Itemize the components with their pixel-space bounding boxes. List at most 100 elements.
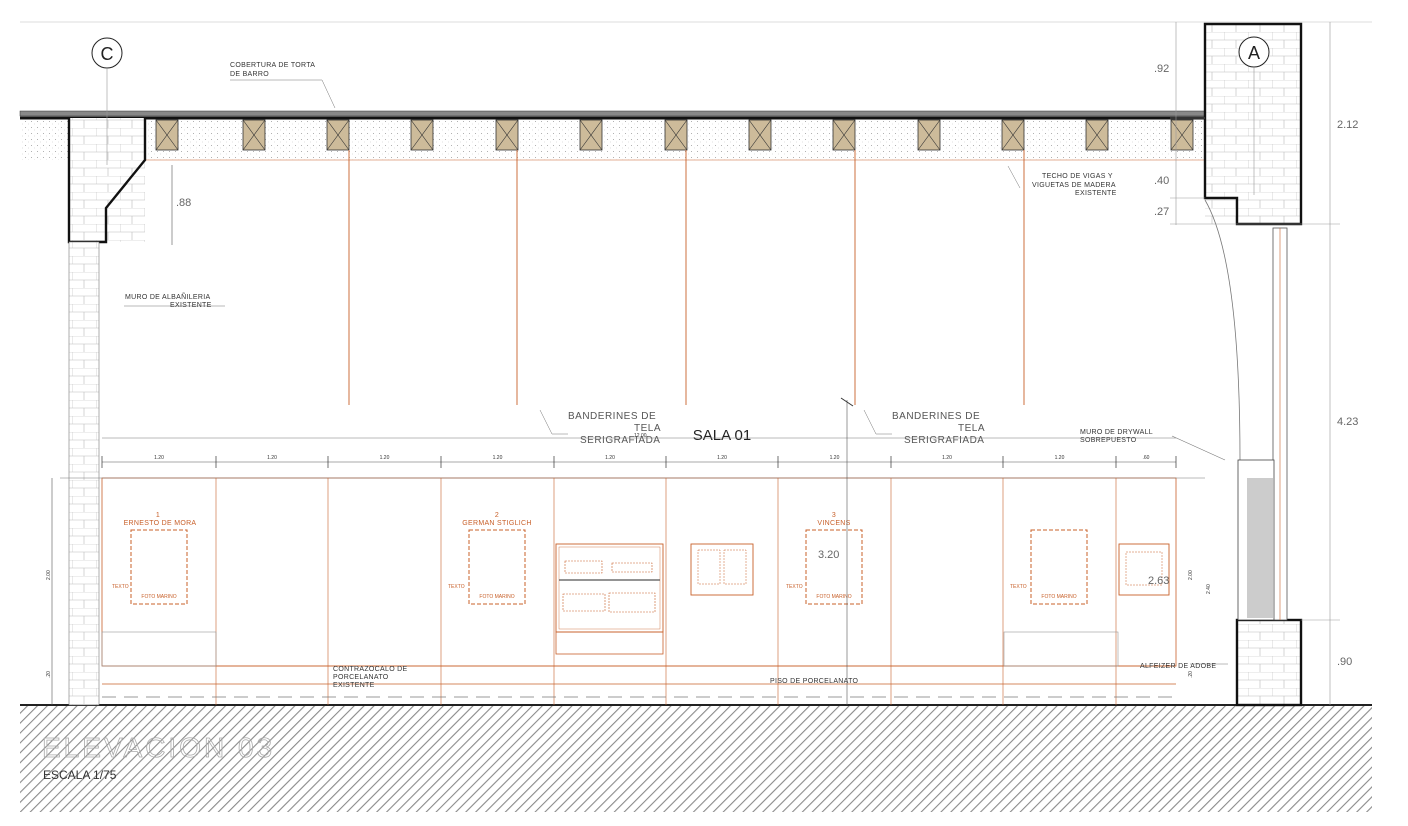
module-dim-label: 1.20	[605, 455, 615, 461]
ceiling-beam	[748, 119, 772, 151]
display-case-item-4	[608, 592, 656, 613]
dim-040: .40	[1154, 175, 1169, 187]
exhibit-4-photo-label: FOTO MARINO	[1041, 594, 1076, 600]
left-wall-lower	[68, 241, 100, 706]
note-ceiling-2: VIGUETAS DE MADERA	[1032, 182, 1116, 189]
elevation-drawing: C A .92 2.12 .40 .27 4.23 .90 .88 COBERT…	[19, 21, 1372, 812]
exhibit-3: 3 VINCENS FOTO MARINO TEXTO 3.20	[786, 512, 863, 605]
room-label: SALA 01	[693, 427, 751, 444]
exhibit-2-name: GERMAN STIGLICH	[462, 520, 531, 527]
ceiling-beam	[410, 119, 434, 151]
exhibit-3-photo-frame	[805, 529, 863, 605]
note-skirting-3: EXISTENTE	[333, 682, 375, 689]
exhibit-4-text-label: TEXTO	[1010, 584, 1027, 590]
ceiling-beam	[242, 119, 266, 151]
note-banners-b-3: SERIGRAFIADA	[904, 435, 984, 446]
dim-320: 3.20	[818, 549, 839, 561]
display-case	[555, 543, 664, 655]
ceiling-fill	[20, 120, 1205, 160]
dim-090: .90	[1337, 656, 1352, 668]
axis-c-label: C	[101, 44, 114, 64]
note-skirting-2: PORCELANATO	[333, 674, 389, 681]
note-roof-2: DE BARRO	[230, 71, 269, 78]
module-dim-label: 1.20	[493, 455, 503, 461]
ceiling-beam	[664, 119, 688, 151]
drywall-leader	[1171, 435, 1226, 461]
ceiling-beam	[1001, 119, 1025, 151]
exhibit-3-text-label: TEXTO	[786, 584, 803, 590]
exhibit-1-photo-label: FOTO MARINO	[141, 594, 176, 600]
note-banners-b-leader	[863, 409, 892, 435]
banner-hangers	[348, 150, 1025, 405]
module-dim-label: 1.20	[1055, 455, 1065, 461]
exhibit-2-text-label: TEXTO	[448, 584, 465, 590]
exhibit-2-photo-frame	[468, 529, 526, 605]
ceiling-beam	[1085, 119, 1109, 151]
ceiling-beam	[1170, 119, 1194, 151]
note-roof-1: COBERTURA DE TORTA	[230, 62, 315, 69]
dim-092: .92	[1154, 63, 1169, 75]
ceiling-beam	[832, 119, 856, 151]
exhibit-1: 1 ERNESTO DE MORA FOTO MARINO TEXTO	[101, 512, 217, 667]
exhibit-4: FOTO MARINO TEXTO	[1003, 529, 1119, 667]
note-masonry-1: MURO DE ALBAÑILERIA	[125, 292, 210, 301]
framed-piece	[690, 543, 754, 596]
right-wall-lower	[1235, 618, 1303, 707]
module-dim-label: 1.20	[267, 455, 277, 461]
exhibit-1-name: ERNESTO DE MORA	[124, 520, 197, 527]
note-banners-b-1: BANDERINES DE	[892, 411, 980, 422]
framed-piece-item-2	[723, 549, 747, 585]
exhibit-4-photo-frame	[1030, 529, 1088, 605]
small-panel: 2.63	[1118, 543, 1170, 596]
window-glass	[1247, 478, 1273, 618]
note-ceiling-3: EXISTENTE	[1075, 190, 1117, 197]
exhibit-3-name: VINCENS	[817, 520, 850, 527]
module-dim-label: 1.20	[830, 455, 840, 461]
ceiling-beam	[326, 119, 350, 151]
note-masonry-2: EXISTENTE	[170, 302, 212, 309]
dim-base-right: .20	[1188, 671, 1194, 678]
note-banners-a-1: BANDERINES DE	[568, 411, 656, 422]
dim-212: 2.12	[1337, 119, 1358, 131]
ceiling-beam	[155, 119, 179, 151]
exhibit-1-number: 1	[156, 512, 160, 519]
dim-263: 2.63	[1148, 575, 1169, 587]
module-dim-label: 1.20	[154, 455, 164, 461]
exhibit-1-plinth	[101, 631, 217, 667]
window-arch	[1204, 199, 1241, 461]
note-drywall-1: MURO DE DRYWALL	[1080, 429, 1153, 436]
note-roof-leader-2	[321, 79, 336, 109]
dim-wall-height: 2.00	[46, 570, 52, 580]
module-dim-label: 1.20	[717, 455, 727, 461]
exhibit-3-number: 3	[832, 512, 836, 519]
module-dim-label: 1.20	[942, 455, 952, 461]
framed-piece-item-1	[697, 549, 721, 585]
dim-wall-height-right: 2.00	[1188, 570, 1194, 580]
exhibit-1-text-label: TEXTO	[112, 584, 129, 590]
note-ceiling-leader	[1007, 165, 1021, 189]
dim-center-mark: 12.00	[634, 433, 647, 439]
note-skirting-1: CONTRAZOCALO DE	[333, 666, 408, 673]
exhibit-2: 2 GERMAN STIGLICH FOTO MARINO TEXTO	[448, 512, 531, 605]
display-case-item-2	[611, 562, 653, 573]
display-case-base	[555, 631, 664, 655]
small-panel-frame	[1118, 543, 1170, 596]
exhibit-2-photo-label: FOTO MARINO	[479, 594, 514, 600]
exhibit-2-number: 2	[495, 512, 499, 519]
framed-piece-frame	[690, 543, 754, 596]
ceiling-beam	[495, 119, 519, 151]
dim-base-left: .20	[46, 671, 52, 678]
exhibit-3-photo-label: FOTO MARINO	[816, 594, 851, 600]
module-ticks: 1.20 1.20 1.20 1.20 1.20 1.20 1.20 1.20 1.20 .60	[101, 455, 1177, 468]
axis-a-label: A	[1248, 43, 1260, 63]
exhibit-4-plinth	[1003, 631, 1119, 667]
drawing-scale: ESCALA 1/75	[43, 768, 117, 782]
display-case-item-3	[562, 593, 606, 612]
note-floor: PISO DE PORCELANATO	[770, 678, 859, 685]
dim-088: .88	[176, 197, 191, 209]
roof-cover	[19, 110, 1206, 117]
module-dim-label: 1.20	[380, 455, 390, 461]
dim-423: 4.23	[1337, 416, 1358, 428]
dim-027: .27	[1154, 206, 1169, 218]
dim-panel-height: 2.40	[1206, 584, 1212, 594]
